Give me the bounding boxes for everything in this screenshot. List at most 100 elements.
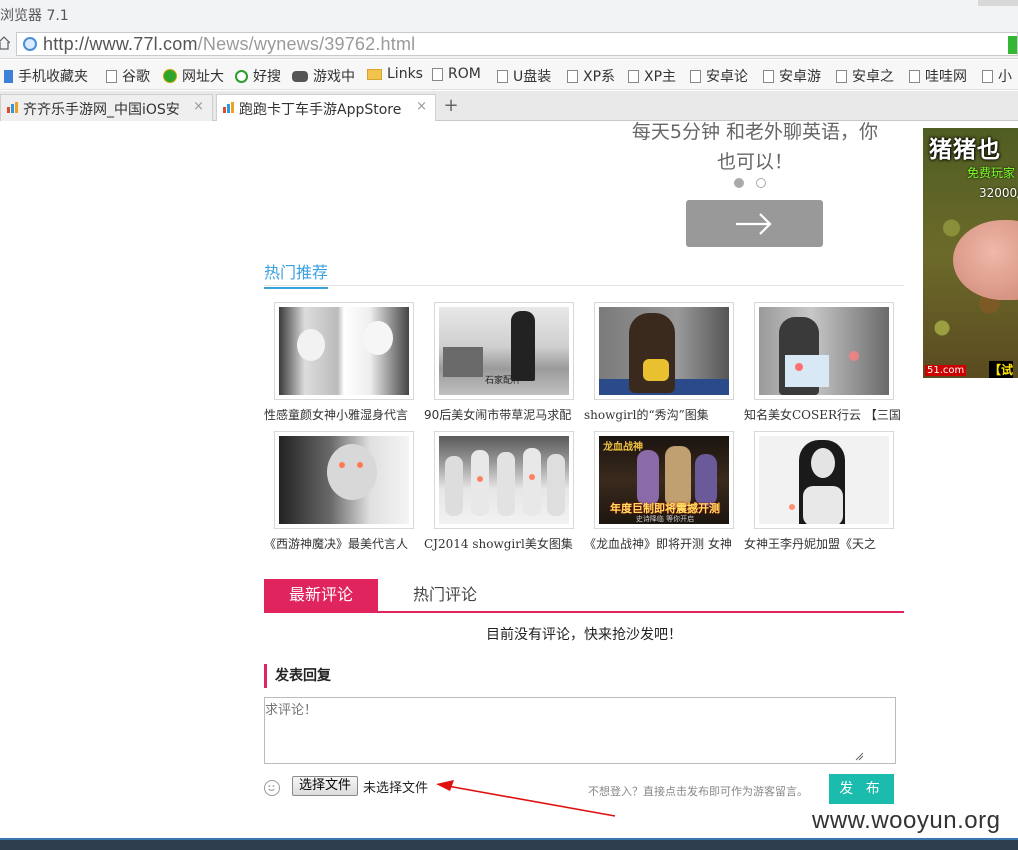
ad-banner[interactable]: 猪猪也 免费玩家 32000/ 51.com 【试 <box>923 128 1018 378</box>
tab-latest-comments[interactable]: 最新评论 <box>264 579 378 611</box>
guest-hint: 不想登入？直接点击发布即可作为游客留言。 <box>588 785 808 798</box>
thumbnail[interactable]: 龙血战神 年度巨制即将震撼开测 史诗降临 等你开启 <box>594 431 734 529</box>
page-icon <box>497 69 508 83</box>
publish-button[interactable]: 发 布 <box>829 774 894 804</box>
url-input[interactable]: http://www.77l.com/News/wynews/39762.htm… <box>16 32 1018 56</box>
bookmark-anzhuo-zhi[interactable]: 安卓之 <box>836 66 894 86</box>
thumbnail[interactable] <box>754 431 894 529</box>
url-text[interactable]: http://www.77l.com/News/wynews/39762.htm… <box>43 34 415 55</box>
ad-brand: 51.com <box>925 365 967 376</box>
game-subtitle: 史诗降临 等你开启 <box>635 515 695 523</box>
hot-item[interactable]: 龙血战神 年度巨制即将震撼开测 史诗降临 等你开启 《龙血战神》即将开测 女神 <box>584 431 744 552</box>
page-icon <box>628 69 639 83</box>
bookmark-xiao[interactable]: 小 <box>982 66 1012 86</box>
ad-cta: 【试 <box>989 361 1014 378</box>
file-status: 未选择文件 <box>363 781 429 796</box>
bookmark-anzhuo-luntan[interactable]: 安卓论 <box>690 66 748 86</box>
thumbnail-image: 龙血战神 年度巨制即将震撼开测 史诗降临 等你开启 <box>599 436 729 524</box>
hot-item[interactable]: 石家配杯 90后美女闹市带草泥马求配 <box>424 302 584 423</box>
thumbnail-image: 石家配杯 <box>439 307 569 395</box>
search-icon <box>235 69 248 83</box>
comment-textarea[interactable] <box>264 697 896 764</box>
thumbnail[interactable] <box>754 302 894 400</box>
game-logo: 龙血战神 <box>603 442 643 453</box>
tab-paopao[interactable]: 跑跑卡丁车手游AppStore × <box>216 94 436 122</box>
folder-icon <box>367 68 382 80</box>
bookmark-wangzhi[interactable]: 网址大 <box>163 66 224 86</box>
thumbnail-image <box>279 307 409 395</box>
slide-dot[interactable] <box>756 178 766 188</box>
hot-item[interactable]: 性感童颜女神小雅湿身代言 <box>264 302 424 423</box>
page-icon <box>836 69 847 83</box>
annotation-arrow-icon <box>436 780 616 817</box>
hot-item[interactable]: showgirl的“秀沟”图集 <box>584 302 744 423</box>
bookmark-links[interactable]: Links <box>367 66 423 82</box>
resize-grip-icon[interactable] <box>854 751 864 761</box>
close-icon[interactable]: × <box>416 99 427 114</box>
window-controls[interactable] <box>978 0 1018 6</box>
hot-item-caption: 《龙血战神》即将开测 女神 <box>584 537 732 551</box>
slide-dot-active[interactable] <box>734 178 744 188</box>
new-tab-button[interactable]: + <box>440 95 462 117</box>
phone-icon <box>4 69 13 83</box>
hot-item[interactable]: 《西游神魔决》最美代言人 <box>264 431 424 552</box>
tab-bar: 齐齐乐手游网_中国iOS安 × 跑跑卡丁车手游AppStore × + <box>0 91 1018 122</box>
empty-comments-message: 目前没有评论，快来抢沙发吧！ <box>486 627 682 643</box>
bookmark-xpsys[interactable]: XP系 <box>567 66 615 86</box>
browser-title: 浏览器 7.1 <box>0 8 69 24</box>
hot-item-caption: CJ2014 showgirl美女图集 <box>424 537 573 551</box>
thumbnail-image <box>439 436 569 524</box>
thumbnail[interactable] <box>274 431 414 529</box>
tab-qiqile[interactable]: 齐齐乐手游网_中国iOS安 × <box>0 94 213 121</box>
bookmark-anzhuo-you[interactable]: 安卓游 <box>763 66 821 86</box>
ad-title: 猪猪也 <box>929 137 1001 163</box>
plus-circle-icon <box>163 69 177 83</box>
hot-item[interactable]: 知名美女COSER行云 【三国 <box>744 302 904 423</box>
section-divider <box>264 285 904 286</box>
page-icon <box>106 69 117 83</box>
thumbnail[interactable] <box>434 431 574 529</box>
emoji-icon[interactable] <box>264 780 280 796</box>
bookmark-upan[interactable]: U盘装 <box>497 66 551 86</box>
page-icon <box>982 69 993 83</box>
bookmark-rom[interactable]: ROM <box>432 66 481 82</box>
address-bar: http://www.77l.com/News/wynews/39762.htm… <box>0 30 1018 59</box>
comment-tabs: 最新评论 热门评论 <box>264 579 904 613</box>
hot-item[interactable]: CJ2014 showgirl美女图集 <box>424 431 584 552</box>
tab-hot-comments[interactable]: 热门评论 <box>388 579 502 611</box>
bookmark-haosou[interactable]: 好搜 <box>235 66 281 86</box>
game-banner: 年度巨制即将震撼开测 <box>610 502 720 515</box>
bookmark-google[interactable]: 谷歌 <box>106 66 150 86</box>
thumbnail-image <box>759 307 889 395</box>
site-favicon <box>223 102 234 113</box>
globe-icon <box>23 37 37 51</box>
thumbnail[interactable]: 石家配杯 <box>434 302 574 400</box>
hot-item-caption: 女神王李丹妮加盟《天之 <box>744 537 877 551</box>
choose-file-button[interactable]: 选择文件 <box>292 776 359 796</box>
thumbnail[interactable] <box>274 302 414 400</box>
bookmarks-bar: 手机收藏夹 谷歌 网址大 好搜 游戏中 Links ROM U盘装 XP系 XP… <box>0 60 1018 90</box>
thumbnail-text: 石家配杯 <box>485 376 522 386</box>
site-favicon <box>7 102 18 113</box>
ad-subtitle-2: 32000/ <box>979 186 1018 200</box>
page-icon <box>763 69 774 83</box>
reply-heading: 发表回复 <box>264 664 331 688</box>
slide-dots <box>734 177 778 192</box>
url-host: http://www.77l.com <box>43 34 198 54</box>
browser-titlebar: 浏览器 7.1 <box>0 0 1018 30</box>
page-icon <box>690 69 701 83</box>
close-icon[interactable]: × <box>193 99 204 114</box>
bookmark-games[interactable]: 游戏中 <box>292 66 355 86</box>
page-icon <box>567 69 578 83</box>
next-slide-button[interactable] <box>686 200 823 247</box>
thumbnail-image <box>599 307 729 395</box>
hot-item[interactable]: 女神王李丹妮加盟《天之 <box>744 431 904 552</box>
watermark: www.wooyun.org <box>812 807 1001 834</box>
ad-subtitle: 免费玩家 <box>967 166 1016 180</box>
bookmark-xpmain[interactable]: XP主 <box>628 66 676 86</box>
bookmark-mobile[interactable]: 手机收藏夹 <box>4 66 88 86</box>
thumbnail[interactable] <box>594 302 734 400</box>
hot-item-caption: 90后美女闹市带草泥马求配 <box>424 408 572 422</box>
bookmark-wawa[interactable]: 哇哇网 <box>909 66 967 86</box>
home-icon[interactable] <box>0 36 10 50</box>
